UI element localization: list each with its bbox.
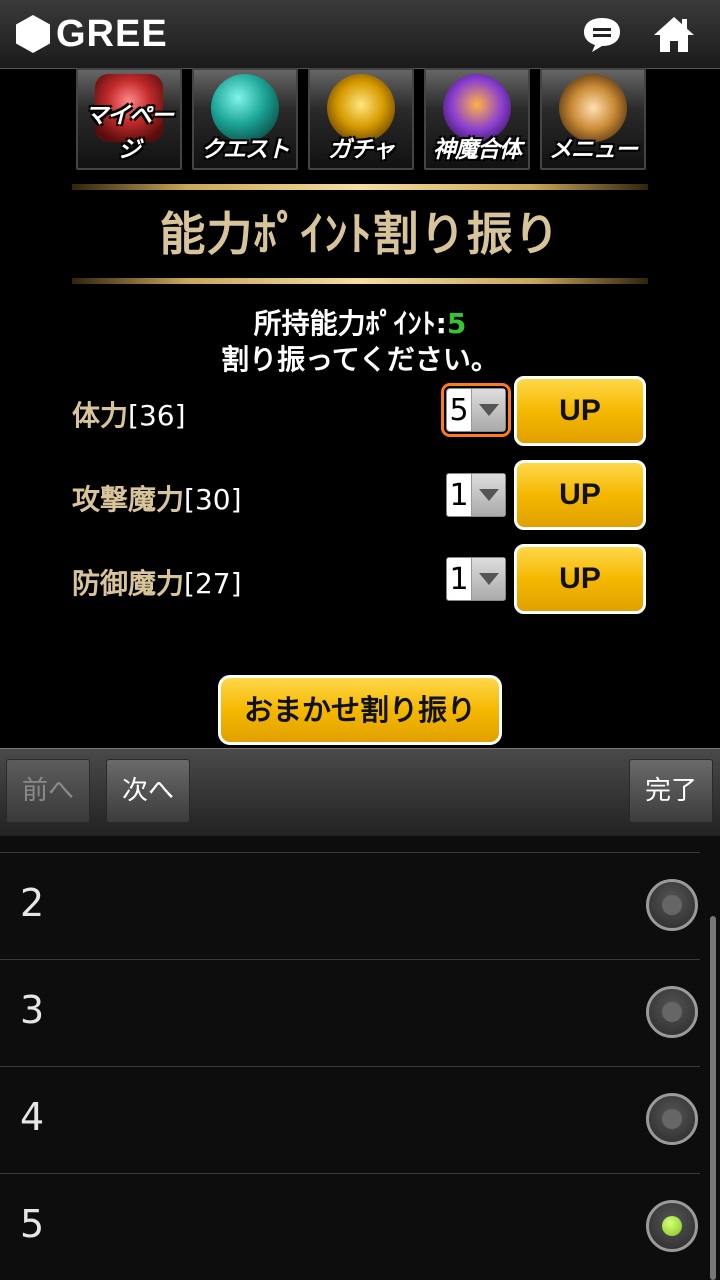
nav-fusion[interactable]: 神魔合体 bbox=[424, 68, 530, 170]
option-label: 5 bbox=[20, 1202, 45, 1246]
nav-label: マイページ bbox=[85, 103, 174, 163]
nav-label: ガチャ bbox=[328, 137, 395, 163]
points-label: 所持能力ﾎﾟｲﾝﾄ: bbox=[253, 307, 447, 340]
chevron-down-icon bbox=[471, 558, 505, 600]
list-item[interactable]: 4 bbox=[0, 1067, 700, 1174]
stat-value: [36] bbox=[128, 399, 186, 432]
chevron-down-icon bbox=[471, 389, 505, 431]
option-label: 4 bbox=[20, 1095, 45, 1139]
attack-up-button[interactable]: UP bbox=[514, 460, 646, 530]
radio-button[interactable] bbox=[646, 879, 698, 931]
stat-value: [27] bbox=[184, 567, 242, 600]
list-item[interactable]: 3 bbox=[0, 960, 700, 1067]
select-picker-list: 2 3 4 5 bbox=[0, 836, 720, 1280]
option-label: 3 bbox=[20, 988, 45, 1032]
scrollbar[interactable] bbox=[710, 916, 716, 1280]
done-button[interactable]: 完了 bbox=[629, 759, 713, 823]
game-nav-bar: マイページ クエスト ガチャ 神魔合体 メニュー bbox=[76, 68, 646, 170]
points-line: 所持能力ﾎﾟｲﾝﾄ:5 bbox=[0, 302, 720, 342]
defense-points-select[interactable]: 1 bbox=[446, 557, 506, 601]
home-icon[interactable] bbox=[652, 14, 696, 54]
top-bar: GREE bbox=[0, 0, 720, 69]
list-item-partial bbox=[0, 836, 700, 853]
select-value: 1 bbox=[449, 477, 469, 513]
list-item[interactable]: 2 bbox=[0, 853, 700, 960]
nav-label: クエスト bbox=[201, 137, 290, 163]
stat-value: [30] bbox=[184, 483, 242, 516]
picker-toolbar: 前へ 次へ 完了 bbox=[0, 748, 720, 838]
stat-name: 攻撃魔力 bbox=[72, 483, 185, 516]
stat-label-defense: 防御魔力[27] bbox=[72, 562, 242, 602]
stat-name: 防御魔力 bbox=[72, 567, 185, 600]
gree-hexagon-icon bbox=[16, 15, 50, 53]
instruction-text: 割り振ってください。 bbox=[221, 343, 499, 376]
title-divider-bottom bbox=[72, 278, 648, 284]
defense-up-button[interactable]: UP bbox=[514, 544, 646, 614]
chevron-down-icon bbox=[471, 474, 505, 516]
title-divider-top bbox=[72, 184, 648, 190]
select-value: 5 bbox=[449, 392, 469, 428]
chat-bubble-icon[interactable] bbox=[580, 14, 624, 54]
points-value: 5 bbox=[446, 307, 467, 340]
nav-menu[interactable]: メニュー bbox=[540, 68, 646, 170]
nav-gacha[interactable]: ガチャ bbox=[308, 68, 414, 170]
nav-mypage[interactable]: マイページ bbox=[76, 68, 182, 170]
hp-points-select[interactable]: 5 bbox=[441, 383, 511, 437]
select-value: 1 bbox=[449, 561, 469, 597]
radio-button-selected[interactable] bbox=[646, 1200, 698, 1252]
nav-quest[interactable]: クエスト bbox=[192, 68, 298, 170]
gree-brand-text: GREE bbox=[56, 12, 168, 55]
gree-logo[interactable]: GREE bbox=[16, 12, 168, 56]
option-label: 2 bbox=[20, 881, 45, 925]
radio-button[interactable] bbox=[646, 986, 698, 1038]
radio-button[interactable] bbox=[646, 1093, 698, 1145]
hp-up-button[interactable]: UP bbox=[514, 376, 646, 446]
prev-button[interactable]: 前へ bbox=[6, 759, 90, 823]
nav-label: メニュー bbox=[549, 137, 638, 163]
next-button[interactable]: 次へ bbox=[106, 759, 190, 823]
stat-name: 体力 bbox=[72, 399, 129, 432]
attack-points-select[interactable]: 1 bbox=[446, 473, 506, 517]
page-title: 能力ﾎﾟｲﾝﾄ割り振り bbox=[159, 207, 561, 261]
nav-label: 神魔合体 bbox=[433, 137, 522, 163]
stat-label-hp: 体力[36] bbox=[72, 394, 186, 434]
stat-label-attack: 攻撃魔力[30] bbox=[72, 478, 242, 518]
list-item[interactable]: 5 bbox=[0, 1174, 700, 1280]
auto-allocate-button[interactable]: おまかせ割り振り bbox=[218, 675, 502, 745]
